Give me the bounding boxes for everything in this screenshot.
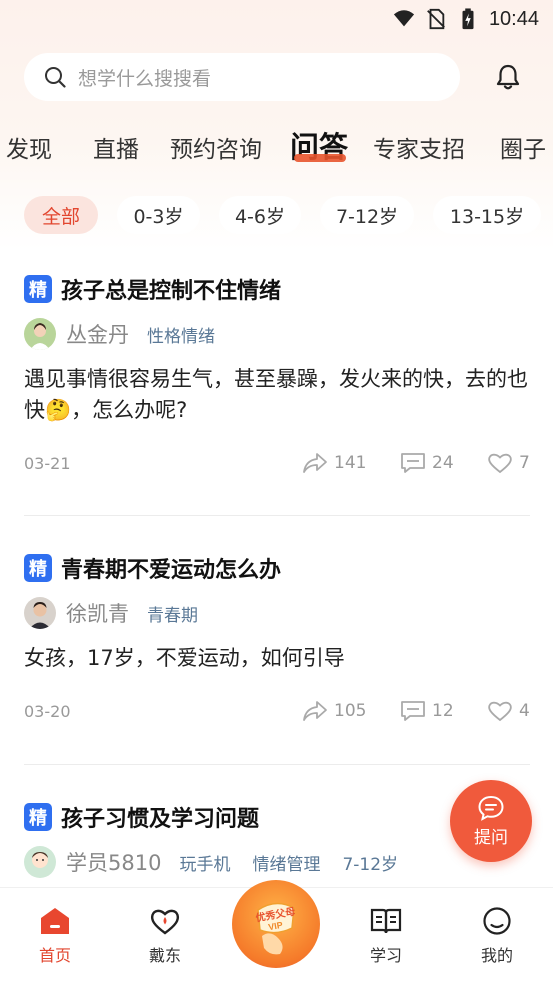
share-button[interactable]: 105	[302, 700, 366, 722]
active-tab-indicator	[294, 154, 346, 162]
vip-badge-icon: 优秀父母 VIP	[255, 902, 296, 955]
tab-discover[interactable]: 发现	[6, 130, 52, 164]
comment-icon	[401, 701, 425, 721]
chip-0-3[interactable]: 0-3岁	[117, 196, 200, 234]
share-icon	[303, 453, 327, 473]
like-count: 7	[519, 453, 530, 473]
like-button[interactable]: 7	[487, 452, 530, 474]
share-count: 105	[334, 701, 367, 721]
post-date: 03-20	[24, 701, 71, 721]
featured-badge: 精	[24, 803, 52, 831]
author-name[interactable]: 丛金丹	[66, 319, 129, 349]
topic-tag[interactable]: 青春期	[147, 601, 198, 626]
topic-tag[interactable]: 情绪管理	[252, 850, 320, 875]
home-icon	[41, 908, 69, 934]
comment-count: 24	[432, 453, 454, 473]
like-count: 4	[519, 701, 530, 721]
wifi-icon	[393, 10, 415, 27]
share-count: 141	[334, 453, 367, 473]
avatar[interactable]	[24, 318, 56, 350]
topic-tag[interactable]: 玩手机	[179, 850, 230, 875]
comment-icon	[401, 453, 425, 473]
book-icon	[370, 908, 402, 934]
nav-daidong[interactable]: 戴东	[130, 906, 200, 966]
no-sim-icon	[427, 8, 445, 30]
ask-question-label: 提问	[474, 827, 508, 848]
category-tabs: 发现 直播 预约咨询 问答 专家支招 圈子	[0, 124, 553, 174]
search-input[interactable]: 想学什么搜搜看	[24, 53, 460, 101]
question-card[interactable]: 精 孩子总是控制不住情绪 丛金丹 性格情绪 遇见事情很容易生气，甚至暴躁，发火来…	[24, 273, 530, 478]
profile-face-icon	[483, 907, 511, 935]
tab-live[interactable]: 直播	[93, 130, 139, 164]
chip-13-15[interactable]: 13-15岁	[433, 196, 541, 234]
chip-all[interactable]: 全部	[24, 196, 98, 234]
question-title[interactable]: 青春期不爱运动怎么办	[61, 552, 281, 584]
nav-home[interactable]: 首页	[20, 906, 90, 966]
chip-4-6[interactable]: 4-6岁	[219, 196, 301, 234]
comment-button[interactable]: 12	[400, 700, 454, 722]
nav-daidong-label: 戴东	[148, 946, 181, 965]
tab-consult[interactable]: 预约咨询	[170, 130, 262, 164]
nav-study-label: 学习	[369, 946, 402, 965]
avatar[interactable]	[24, 597, 56, 629]
battery-charging-icon	[462, 8, 474, 30]
divider	[24, 764, 530, 765]
author-name[interactable]: 学员5810	[66, 847, 161, 877]
nav-profile[interactable]: 我的	[462, 906, 532, 966]
heart-icon	[488, 701, 512, 722]
search-icon	[45, 67, 66, 88]
question-text-tail: ，怎么办呢?	[71, 398, 188, 422]
comment-button[interactable]: 24	[400, 452, 454, 474]
featured-badge: 精	[24, 554, 52, 582]
share-icon	[303, 701, 327, 721]
nav-profile-label: 我的	[480, 946, 513, 965]
status-time: 10:44	[488, 7, 539, 30]
author-name[interactable]: 徐凯青	[66, 598, 129, 628]
search-placeholder: 想学什么搜搜看	[78, 67, 212, 90]
featured-badge: 精	[24, 275, 52, 303]
nav-home-label: 首页	[38, 946, 71, 965]
divider	[24, 515, 530, 516]
like-button[interactable]: 4	[487, 700, 530, 722]
tab-circle[interactable]: 圈子	[500, 130, 546, 164]
question-title[interactable]: 孩子习惯及学习问题	[61, 801, 259, 833]
vip-badge-button[interactable]: 优秀父母 VIP	[232, 880, 320, 968]
heart-drop-icon	[150, 909, 180, 935]
status-bar: 10:44	[0, 0, 553, 38]
tab-expert-tips[interactable]: 专家支招	[373, 130, 465, 164]
question-body[interactable]: 女孩，17岁，不爱运动，如何引导	[24, 643, 530, 674]
notification-bell-icon[interactable]	[494, 63, 522, 91]
share-button[interactable]: 141	[302, 452, 366, 474]
thinking-emoji: 🤔	[45, 398, 72, 422]
post-date: 03-21	[24, 453, 71, 473]
ask-question-button[interactable]: 提问	[450, 780, 532, 862]
topic-tag[interactable]: 性格情绪	[147, 322, 215, 347]
chat-bubble-icon	[478, 795, 504, 821]
comment-count: 12	[432, 701, 454, 721]
question-title[interactable]: 孩子总是控制不住情绪	[61, 273, 281, 305]
question-card[interactable]: 精 青春期不爱运动怎么办 徐凯青 青春期 女孩，17岁，不爱运动，如何引导 03…	[24, 552, 530, 726]
heart-icon	[488, 453, 512, 474]
avatar[interactable]	[24, 846, 56, 878]
topic-tag[interactable]: 7-12岁	[342, 850, 398, 875]
nav-study[interactable]: 学习	[351, 906, 421, 966]
chip-7-12[interactable]: 7-12岁	[320, 196, 414, 234]
question-body[interactable]: 遇见事情很容易生气，甚至暴躁，发火来的快，去的也快🤔，怎么办呢?	[24, 364, 530, 426]
